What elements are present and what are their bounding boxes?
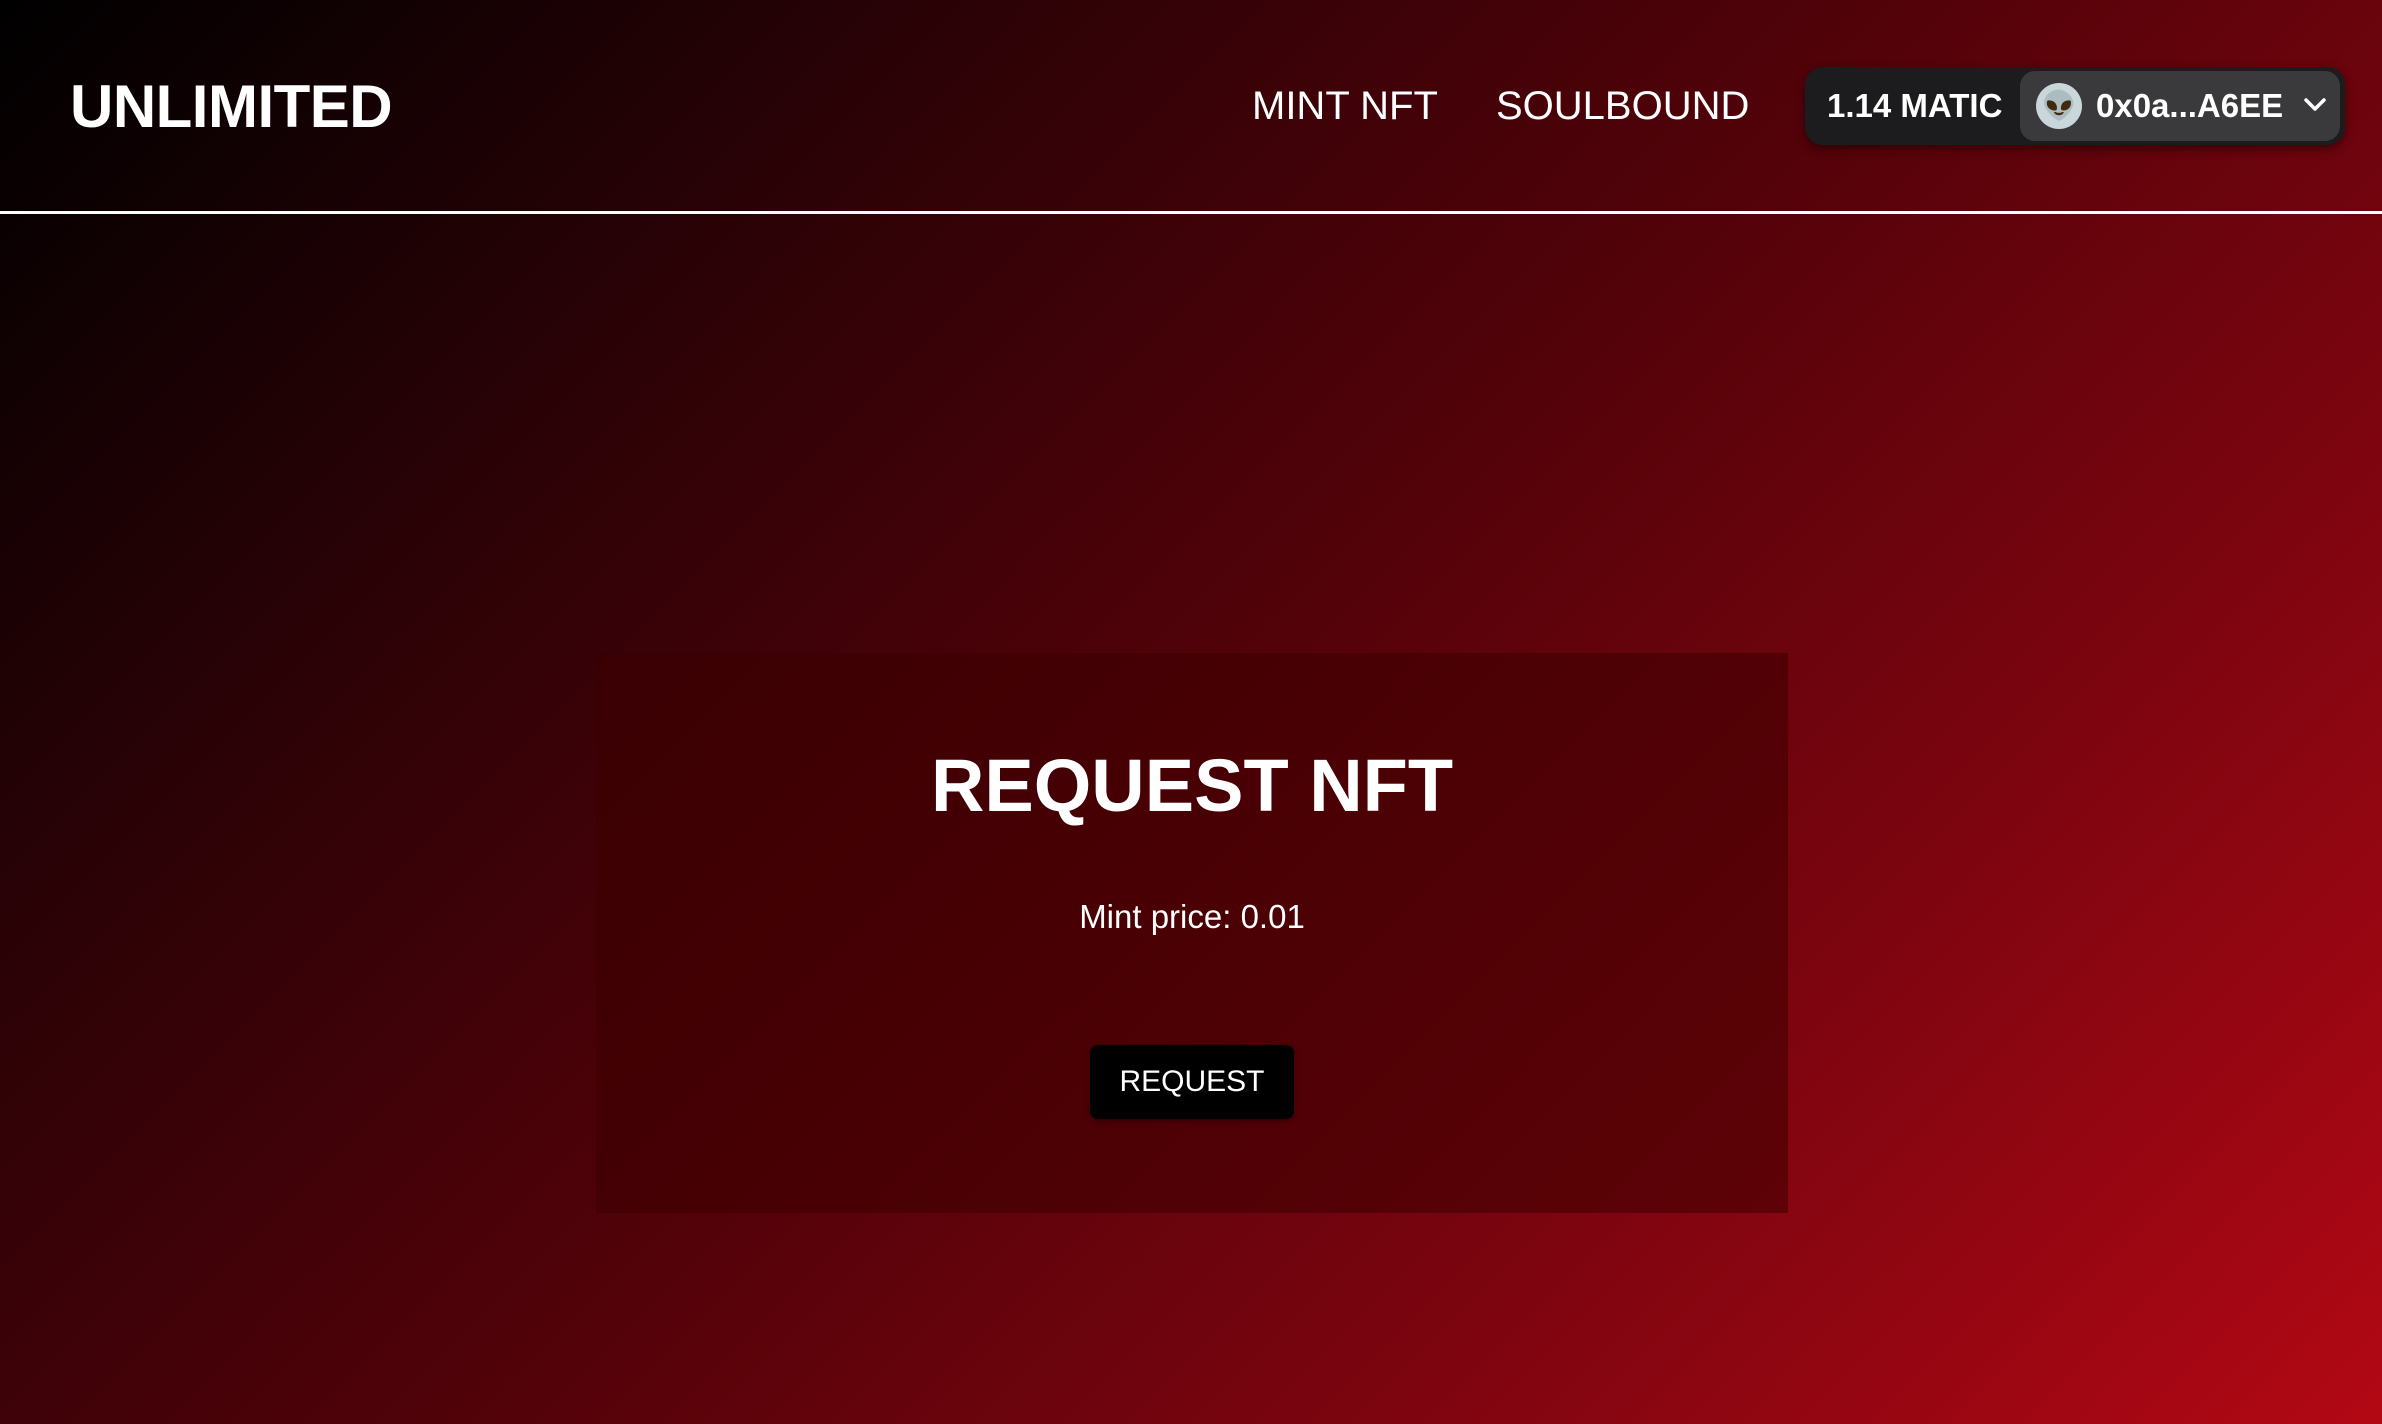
card-title: REQUEST NFT — [930, 744, 1454, 827]
wallet-balance[interactable]: 1.14 MATIC — [1827, 67, 2002, 145]
wallet-address: 0x0a...A6EE — [2096, 87, 2284, 124]
mint-price-value: 0.01 — [1240, 898, 1305, 935]
mint-price-label: Mint price: — [1079, 898, 1232, 935]
wallet-connect-widget: 1.14 MATIC 👽 0x0a...A6EE — [1805, 67, 2345, 145]
account-button[interactable]: 👽 0x0a...A6EE — [2020, 71, 2340, 141]
request-button[interactable]: REQUEST — [1090, 1045, 1294, 1119]
nav-mint-nft-link[interactable]: MINT NFT — [1252, 80, 1438, 132]
chevron-down-icon — [2304, 98, 2326, 111]
top-navbar: UNLIMITED MINT NFT SOULBOUND 1.14 MATIC … — [0, 0, 2382, 214]
mint-price: Mint price: 0.01 — [596, 895, 1788, 939]
request-nft-card: REQUEST NFT Mint price: 0.01 REQUEST — [596, 653, 1788, 1213]
brand-logo[interactable]: UNLIMITED — [70, 72, 393, 142]
nav-soulbound-link[interactable]: SOULBOUND — [1496, 80, 1749, 132]
alien-avatar-icon: 👽 — [2036, 83, 2082, 129]
